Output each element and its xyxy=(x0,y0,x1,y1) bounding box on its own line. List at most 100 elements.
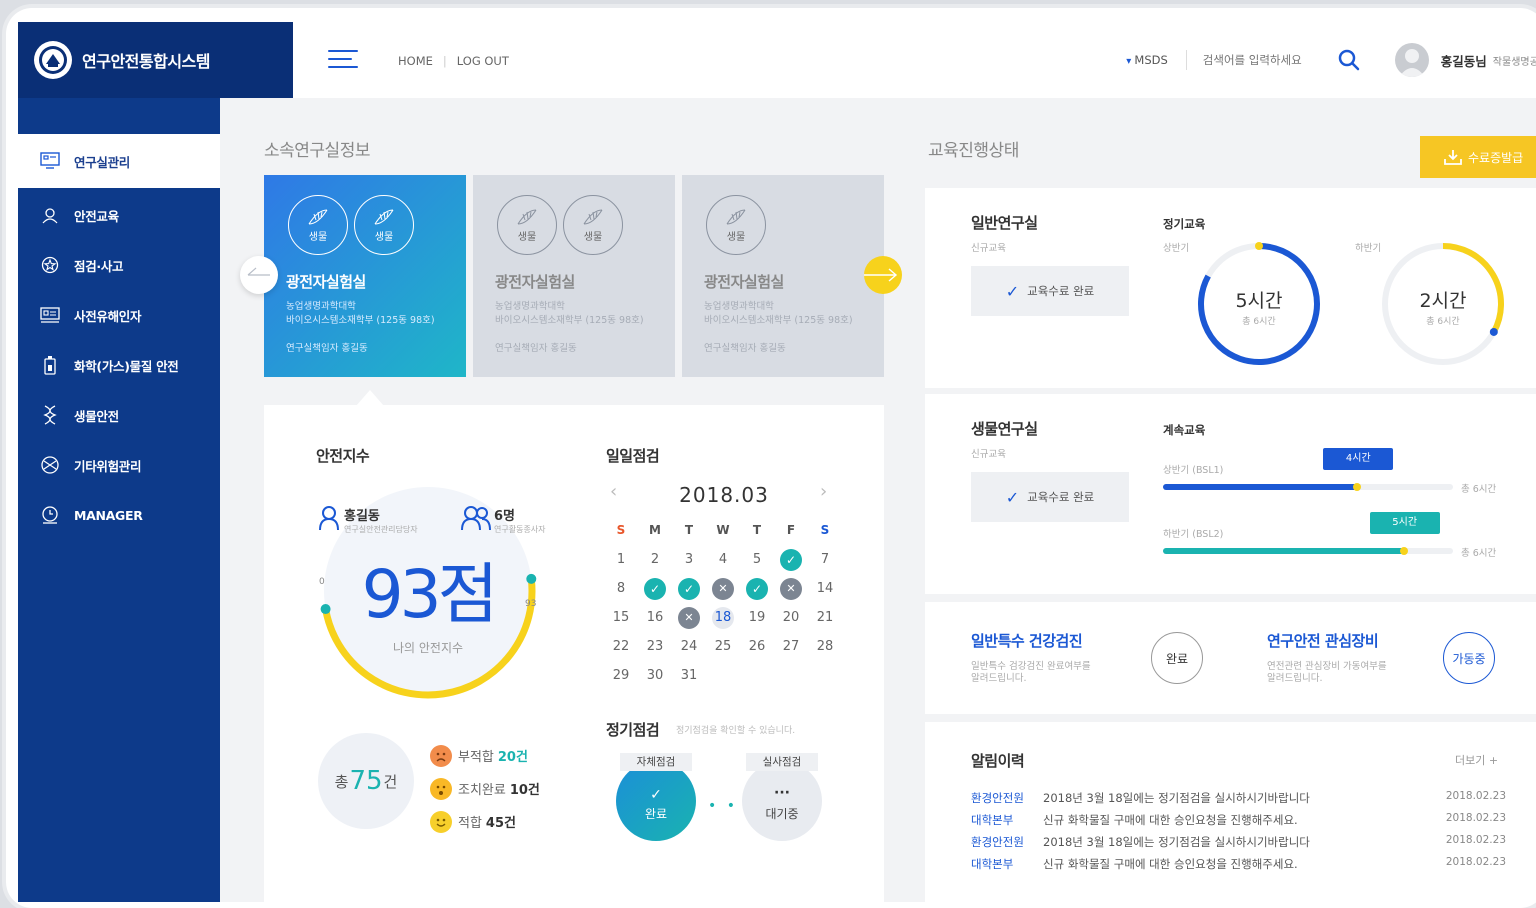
calendar-day[interactable]: 30 xyxy=(644,665,666,687)
next-lab-button[interactable] xyxy=(850,256,902,294)
self-check-label: 자체점검 xyxy=(620,753,692,771)
hamburger-menu-icon[interactable] xyxy=(328,50,362,72)
lab-college: 농업생명과학대학 xyxy=(286,301,356,312)
self-check-circle[interactable]: 자체점검 ✓ 완료 xyxy=(616,753,696,841)
weekday-label: T xyxy=(684,523,694,537)
calendar-day[interactable]: 5 xyxy=(746,549,768,571)
bsl1-hours-tag: 4시간 xyxy=(1323,448,1394,470)
notice-row[interactable]: 대학본부 신규 화학물질 구매에 대한 승인요청을 진행해주세요. 2018.02.… xyxy=(971,856,1506,872)
weekday-label: T xyxy=(752,523,762,537)
calendar-grid: S M T W T F S 1 2 3 4 5 ✓ 7 8 ✓ ✓ ✕ ✓ ✕ 14 15 16 ✕ 18 19 20 21 22 23 2… xyxy=(602,523,834,693)
real-check-circle[interactable]: 실사점검 ··· 대기중 xyxy=(742,753,822,841)
avatar[interactable] xyxy=(1394,43,1429,77)
person-icon xyxy=(319,506,339,531)
equipment-status-badge: 가동중 xyxy=(1443,632,1495,684)
calendar-day[interactable]: 25 xyxy=(712,636,734,658)
certificate-button[interactable]: 수료증발급 xyxy=(1420,136,1536,178)
sidebar-item-label: 기타위험관리 xyxy=(74,458,142,474)
calendar-day[interactable]: 16 xyxy=(644,607,666,629)
lab-name: 광전자실험실 xyxy=(286,273,366,291)
lab-section-title: 소속연구실정보 xyxy=(264,141,370,161)
calendar-day[interactable]: 26 xyxy=(746,636,768,658)
calendar-day[interactable]: 8 xyxy=(610,578,632,600)
prev-lab-button[interactable] xyxy=(240,256,278,294)
calendar-day[interactable]: ✓ xyxy=(644,578,666,600)
calendar-day[interactable]: 20 xyxy=(780,607,802,629)
search-input[interactable] xyxy=(1202,53,1331,67)
bio-badge: 생물 xyxy=(563,195,623,255)
hazard-icon xyxy=(40,455,60,475)
more-link[interactable]: 더보기 + xyxy=(1455,752,1498,768)
search-icon[interactable] xyxy=(1337,48,1361,72)
calendar-day[interactable]: 3 xyxy=(678,549,700,571)
notice-row[interactable]: 대학본부 신규 화학물질 구매에 대한 승인요청을 진행해주세요. 2018.02.… xyxy=(971,812,1506,828)
calendar-day[interactable]: 4 xyxy=(712,549,734,571)
calendar-day[interactable]: 19 xyxy=(746,607,768,629)
notice-source: 대학본부 xyxy=(971,857,1014,871)
result-item-unsuitable: 부적합 20건 xyxy=(430,739,540,772)
sidebar-item-chemical-safety[interactable]: 화학(가스)물질 안전 xyxy=(18,340,220,390)
calendar-day[interactable]: ✕ xyxy=(780,578,802,600)
calendar-day[interactable]: 18 xyxy=(712,607,734,629)
calendar-month: 2018.03 xyxy=(679,483,769,507)
calendar-day[interactable]: 29 xyxy=(610,665,632,687)
bsl1-label: 상반기 (BSL1) xyxy=(1163,465,1224,476)
top-bar: HOME | LOG OUT MSDS 홍길동님 작물생명공학 xyxy=(220,22,1536,98)
calendar-day[interactable]: 23 xyxy=(644,636,666,658)
logout-link[interactable]: LOG OUT xyxy=(457,54,509,68)
sidebar-item-other-risk[interactable]: 기타위험관리 xyxy=(18,440,220,490)
progress-dot xyxy=(1399,547,1408,555)
calendar-day[interactable]: ✓ xyxy=(746,578,768,600)
check-icon: ✓ xyxy=(1005,487,1020,507)
calendar-day[interactable]: ✓ xyxy=(780,549,802,571)
calendar-day[interactable]: 24 xyxy=(678,636,700,658)
health-status-badge: 완료 xyxy=(1151,632,1203,684)
calendar-day[interactable]: 14 xyxy=(814,578,836,600)
calendar-day[interactable]: 7 xyxy=(814,549,836,571)
calendar-day[interactable]: 27 xyxy=(780,636,802,658)
sidebar-item-manager[interactable]: MANAGER xyxy=(18,490,220,540)
equipment-desc: 알려드립니다. xyxy=(1267,673,1323,684)
bio-lab-title: 생물연구실 xyxy=(971,420,1038,438)
sidebar-item-lab-management[interactable]: 연구실관리 xyxy=(18,134,220,188)
lab-name: 광전자실험실 xyxy=(495,273,575,291)
notice-row[interactable]: 환경안전원 2018년 3월 18일에는 정기점검을 실시하시기바랍니다 2018.… xyxy=(971,834,1506,850)
next-month-icon[interactable]: › xyxy=(820,481,827,502)
gas-icon xyxy=(40,355,60,375)
calendar-day[interactable]: 2 xyxy=(644,549,666,571)
safety-score: 93점 xyxy=(361,556,499,633)
second-half-hours: 2시간 xyxy=(1419,290,1467,312)
safety-panel: 안전지수 홍길동 연구실안전관리담당자 6명 연구활동종사자 0 93 93점 … xyxy=(264,405,884,902)
lab-card[interactable]: 생물 생물 광전자실험실 농업생명과학대학 바이오시스템소재학부 (125동 9… xyxy=(264,175,466,377)
calendar-day[interactable]: ✓ xyxy=(678,578,700,600)
bsl2-label: 하반기 (BSL2) xyxy=(1163,529,1224,540)
sidebar-item-bio-safety[interactable]: 생물안전 xyxy=(18,390,220,440)
lab-card[interactable]: 생물 광전자실험실 농업생명과학대학 바이오시스템소재학부 (125동 98호)… xyxy=(682,175,884,377)
device-frame: 연구실관리 안전교육 점검·사고 사전유해인자 화학(가스)물질 안전 생물안전 xyxy=(6,8,1536,908)
calendar-day[interactable]: 31 xyxy=(678,665,700,687)
prev-month-icon[interactable]: ‹ xyxy=(610,481,617,502)
bio-done-box: ✓ 교육수료 완료 xyxy=(971,472,1129,522)
calendar-day[interactable]: 15 xyxy=(610,607,632,629)
calendar-day[interactable]: ✕ xyxy=(712,578,734,600)
notice-row[interactable]: 환경안전원 2018년 3월 18일에는 정기점검을 실시하시기바랍니다 2018.… xyxy=(971,790,1506,806)
calendar-day[interactable]: 28 xyxy=(814,636,836,658)
sidebar-item-hazard-factors[interactable]: 사전유해인자 xyxy=(18,290,220,340)
notice-source: 환경안전원 xyxy=(971,791,1024,805)
user-dept: 작물생명공학 xyxy=(1492,56,1536,68)
badge-label: 생물 xyxy=(726,231,746,243)
calendar-day[interactable]: 1 xyxy=(610,549,632,571)
sidebar-item-inspection[interactable]: 점검·사고 xyxy=(18,240,220,290)
lab-pi: 연구실책임자 홍길동 xyxy=(495,343,577,354)
lab-card[interactable]: 생물 생물 광전자실험실 농업생명과학대학 바이오시스템소재학부 (125동 9… xyxy=(473,175,675,377)
calendar-day[interactable]: 22 xyxy=(610,636,632,658)
calendar-day[interactable]: ✕ xyxy=(678,607,700,629)
badge-label: 생물 xyxy=(308,231,328,243)
home-link[interactable]: HOME xyxy=(398,54,433,68)
calendar-day[interactable]: 21 xyxy=(814,607,836,629)
sidebar-item-safety-education[interactable]: 안전교육 xyxy=(18,190,220,240)
notice-date: 2018.02.23 xyxy=(1445,790,1506,802)
brand[interactable]: 연구안전통합시스템 xyxy=(18,22,293,98)
msds-dropdown[interactable]: MSDS xyxy=(1126,53,1167,67)
daily-check-title: 일일점검 xyxy=(606,447,660,465)
